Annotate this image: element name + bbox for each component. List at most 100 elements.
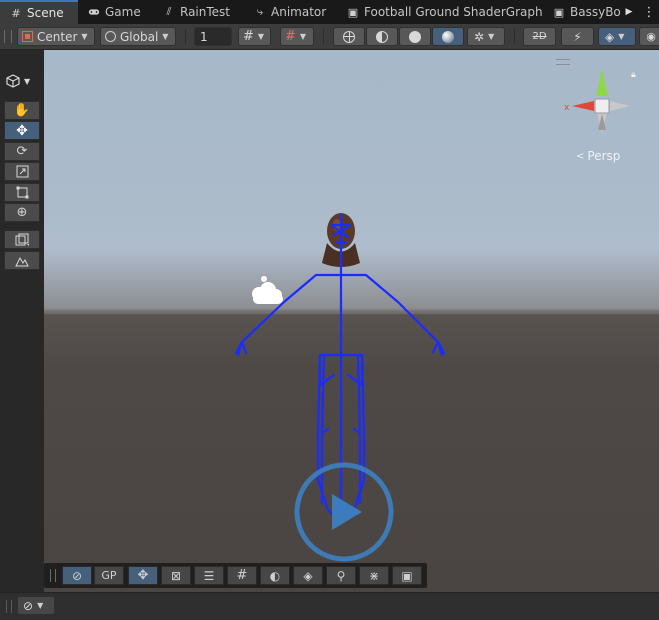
shaded-mode-button[interactable] (432, 27, 464, 46)
toolbar-grip-icon (4, 30, 12, 43)
tab-scroll-right-button[interactable]: ▶ (623, 0, 635, 24)
eye-icon: ◉ (646, 30, 656, 43)
grid-overlay-button[interactable]: # (227, 566, 257, 585)
settings-overlay-button[interactable]: ☰ (194, 566, 224, 585)
shading-icon: ◐ (269, 568, 281, 583)
more-options-icon[interactable]: ⋮ (642, 0, 656, 24)
scale-icon (16, 165, 28, 178)
navigation-button[interactable]: ⊘ (62, 566, 92, 585)
pivot-move-icon: ⋇ (368, 568, 380, 583)
scene-visibility-button[interactable]: ◉ (639, 27, 659, 46)
projection-toggle[interactable]: < Persp (576, 149, 620, 163)
terrain-icon (15, 256, 29, 266)
move-tool-button[interactable]: ✥ (4, 121, 40, 140)
pivot-dropdown[interactable]: Center ▼ (17, 27, 95, 46)
unlit-sphere-icon (409, 30, 421, 43)
move-icon: ✥ (137, 568, 149, 583)
tab-football-ground-shadergraph[interactable]: ▣ Football Ground ShaderGraph (347, 0, 543, 24)
navigation-mode-dropdown[interactable]: ⊘ ▼ (17, 596, 55, 615)
gizmo-x-axis[interactable] (572, 101, 594, 111)
hand-icon: ✋ (13, 103, 31, 118)
overlay-toolbar: ⊘ GP ✥ ⊠ ☰ # ◐ ◈ ⚲ ⋇ ▣ (44, 563, 427, 588)
unlit-mode-button[interactable] (399, 27, 431, 46)
shading-overlay-button[interactable]: ◐ (260, 566, 290, 585)
tab-raintest[interactable]: ⫽ RainTest (163, 0, 230, 24)
toolbar-separator (514, 29, 515, 44)
cloud-gizmo-icon[interactable] (249, 274, 289, 310)
lighting-toggle-button[interactable]: ⚡ (561, 27, 594, 46)
transform-icon: ⊕ (16, 205, 28, 220)
tools-overlay: ▼ ✋ ✥ ⟳ ⊕ (0, 50, 43, 592)
pivot-icon (22, 31, 33, 42)
tool-settings-dropdown[interactable]: ▼ (6, 72, 40, 90)
pivot-overlay-button[interactable]: ⋇ (359, 566, 389, 585)
transform-tool-button[interactable]: ⊕ (4, 203, 40, 222)
chevron-down-icon: ▼ (257, 32, 265, 41)
chevron-down-icon: ▼ (488, 32, 495, 41)
tab-animator[interactable]: ⤷ Animator (254, 0, 326, 24)
view-tool-button[interactable]: ✋ (4, 101, 40, 120)
tab-bar: # Scene Game ⫽ RainTest ⤷ Animator ▣ Foo… (0, 0, 659, 24)
shaded-wireframe-mode-button[interactable] (366, 27, 398, 46)
shaded-sphere-icon (442, 30, 454, 43)
shadergraph-icon: ▣ (553, 5, 565, 19)
rect-transform-icon (16, 186, 28, 199)
rotate-tool-button[interactable]: ⟳ (4, 142, 40, 161)
chevron-down-icon: ▼ (162, 32, 169, 41)
debug-draw-mode-dropdown[interactable]: ✲ ▼ (467, 27, 505, 46)
play-director-icon[interactable] (294, 462, 394, 562)
chevron-down-icon: ▼ (618, 32, 625, 41)
gp-button[interactable]: GP (94, 566, 124, 585)
tab-scene[interactable]: # Scene (0, 0, 78, 24)
camera-overlay-button[interactable]: ▣ (392, 566, 422, 585)
grid-size-field[interactable]: 1 (194, 27, 232, 46)
perspective-icon: < (576, 150, 585, 162)
gizmo-x-label: x (564, 103, 570, 113)
custom-tool-button[interactable] (4, 230, 40, 249)
gamepad-icon (88, 6, 100, 18)
shaded-wireframe-icon (376, 30, 388, 43)
wireframe-mode-button[interactable] (333, 27, 365, 46)
terrain-tool-button[interactable] (4, 251, 40, 270)
chevron-down-icon: ▼ (24, 76, 31, 86)
status-grip-icon (6, 600, 12, 613)
wireframe-sphere-icon (343, 30, 355, 43)
sliders-icon: ☰ (203, 568, 215, 583)
collider-overlay-button[interactable]: ⊠ (161, 566, 191, 585)
move-icon: ✥ (16, 122, 28, 139)
scene-effects-dropdown[interactable]: ◈ ▼ (598, 27, 636, 46)
orientation-gizmo[interactable]: x y (562, 68, 642, 138)
status-bar: ⊘ ▼ (0, 592, 659, 620)
scene-viewport[interactable]: x y 🔒︎ < Persp (44, 50, 659, 592)
search-overlay-button[interactable]: ⚲ (326, 566, 356, 585)
tab-game[interactable]: Game (88, 0, 141, 24)
search-icon: ⚲ (336, 568, 346, 583)
layers-overlay-button[interactable]: ◈ (293, 566, 323, 585)
globe-icon (105, 31, 116, 42)
tab-bassybo[interactable]: ▣ BassyBo (553, 0, 623, 24)
rect-tool-button[interactable] (4, 183, 40, 202)
2d-toggle-button[interactable]: 2D (523, 27, 556, 46)
scene-toolbar: Center ▼ Global ▼ 1 # ▼ # ▼ ✲ ▼ 2D ⚡ ◈ ▼… (0, 24, 659, 50)
scale-tool-button[interactable] (4, 162, 40, 181)
compass-icon: ⊘ (23, 598, 34, 613)
collider-icon: ⊠ (170, 568, 182, 583)
shadergraph-icon: ▣ (347, 5, 359, 19)
chevron-down-icon: ▼ (299, 32, 307, 41)
grid-visibility-dropdown[interactable]: # ▼ (280, 27, 314, 46)
space-dropdown[interactable]: Global ▼ (100, 27, 176, 46)
chevron-down-icon: ▼ (81, 32, 88, 41)
lighting-off-icon: ⚡ (573, 29, 582, 44)
layers-icon: ◈ (605, 29, 615, 44)
custom-editor-tool-icon (15, 233, 29, 246)
gizmo-lock-icon[interactable]: 🔒︎ (631, 70, 636, 80)
overlay-grip-icon (50, 569, 56, 582)
move-overlay-button[interactable]: ✥ (128, 566, 158, 585)
chevron-down-icon: ▼ (37, 601, 44, 610)
grid-snap-dropdown[interactable]: # ▼ (238, 27, 271, 46)
animator-icon: ⤷ (256, 5, 264, 18)
gizmo-center-cube[interactable] (594, 98, 610, 114)
toolbar-separator (185, 29, 186, 44)
bug-icon: ✲ (474, 29, 485, 44)
compass-icon: ⊘ (71, 568, 83, 583)
